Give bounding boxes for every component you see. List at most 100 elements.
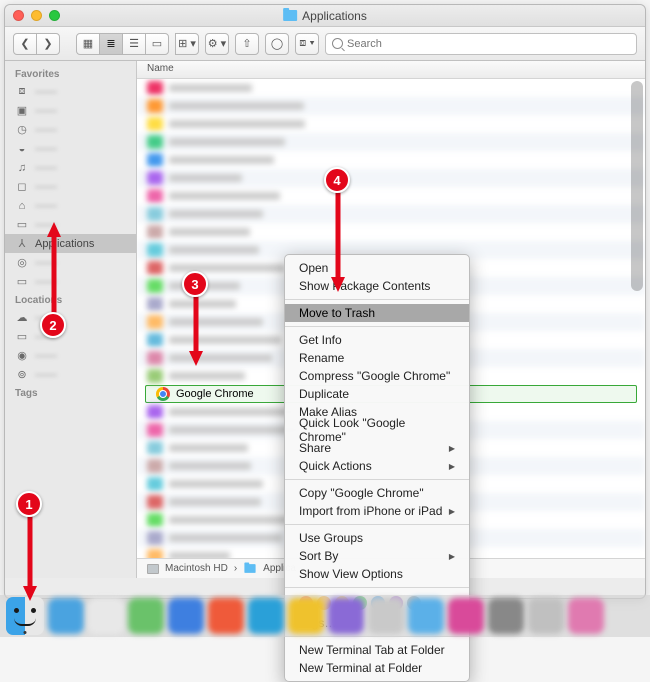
dock-item[interactable] (128, 598, 164, 634)
close-icon[interactable] (13, 10, 24, 21)
ctx-new-terminal[interactable]: New Terminal at Folder (285, 659, 469, 677)
sidebar-item[interactable]: ♫—— (5, 158, 136, 177)
list-item[interactable] (137, 115, 645, 133)
scrollbar[interactable] (631, 81, 643, 291)
annotation-arrow-2 (44, 222, 64, 314)
dock-item[interactable] (328, 598, 364, 634)
dropbox-button[interactable]: ⧈ ▾ (295, 33, 319, 55)
dock-item[interactable] (288, 598, 324, 634)
dock-item[interactable] (528, 598, 564, 634)
sidebar-item[interactable]: ⊚—— (5, 365, 136, 384)
ctx-copy[interactable]: Copy "Google Chrome" (285, 484, 469, 502)
icon-view-button[interactable]: ▦ (76, 33, 100, 55)
search-input[interactable] (347, 38, 630, 50)
list-item[interactable] (137, 79, 645, 97)
dock-item[interactable] (208, 598, 244, 634)
clock-icon: ◷ (15, 123, 29, 137)
sidebar-heading-locations: Locations (5, 291, 136, 308)
sidebar-item[interactable]: ◷—— (5, 120, 136, 139)
ctx-sort-by[interactable]: Sort By (285, 547, 469, 565)
dock-item[interactable] (568, 598, 604, 634)
toolbar: ❮ ❯ ▦ ≣ ☰ ▭ ⊞ ▾ ⚙ ▾ ⇧ ◯ ⧈ ▾ (5, 27, 645, 61)
ctx-separator (285, 587, 469, 588)
annotation-badge-2: 2 (40, 312, 66, 338)
sidebar-item[interactable]: ◒—— (5, 139, 136, 158)
dock-item[interactable] (48, 598, 84, 634)
arrange-button[interactable]: ⊞ ▾ (175, 33, 199, 55)
dock-item[interactable] (448, 598, 484, 634)
finder-icon (6, 597, 44, 635)
ctx-separator (285, 524, 469, 525)
list-item[interactable] (137, 205, 645, 223)
docs-icon: ▣ (15, 104, 29, 118)
home-icon: ⌂ (15, 199, 29, 213)
dock-item[interactable] (88, 598, 124, 634)
ctx-import[interactable]: Import from iPhone or iPad (285, 502, 469, 520)
sidebar-item[interactable]: ▭—— (5, 327, 136, 346)
selected-item-label: Google Chrome (176, 388, 254, 400)
airdrop-icon: ◎ (15, 256, 29, 270)
sidebar-item-applications[interactable]: ⅄Applications (5, 234, 136, 253)
arrange-buttons: ⊞ ▾ (175, 33, 199, 55)
dock (0, 595, 650, 637)
remote-icon: ◉ (15, 349, 29, 363)
sidebar-item[interactable]: ◎—— (5, 253, 136, 272)
sidebar-heading-favorites: Favorites (5, 65, 136, 82)
ctx-separator (285, 299, 469, 300)
dock-item[interactable] (248, 598, 284, 634)
sidebar-item[interactable]: ⧈—— (5, 82, 136, 101)
dock-item[interactable] (368, 598, 404, 634)
search-field[interactable] (325, 33, 637, 55)
forward-button[interactable]: ❯ (36, 33, 60, 55)
ctx-quick-look[interactable]: Quick Look "Google Chrome" (285, 421, 469, 439)
ctx-use-groups[interactable]: Use Groups (285, 529, 469, 547)
list-item[interactable] (137, 187, 645, 205)
chrome-icon (156, 387, 170, 401)
list-item[interactable] (137, 133, 645, 151)
dock-item[interactable] (168, 598, 204, 634)
ctx-view-options[interactable]: Show View Options (285, 565, 469, 583)
ctx-new-terminal-tab[interactable]: New Terminal Tab at Folder (285, 641, 469, 659)
tag-button[interactable]: ◯ (265, 33, 289, 55)
list-item[interactable] (137, 223, 645, 241)
back-button[interactable]: ❮ (13, 33, 37, 55)
sidebar-item[interactable]: ☁—— (5, 308, 136, 327)
list-item[interactable] (137, 151, 645, 169)
dock-item[interactable] (488, 598, 524, 634)
list-view-button[interactable]: ≣ (99, 33, 123, 55)
ctx-show-contents[interactable]: Show Package Contents (285, 277, 469, 295)
traffic-lights (13, 10, 60, 21)
minimize-icon[interactable] (31, 10, 42, 21)
sidebar-item[interactable]: ◻—— (5, 177, 136, 196)
ctx-get-info[interactable]: Get Info (285, 331, 469, 349)
list-item[interactable] (137, 169, 645, 187)
list-item[interactable] (137, 97, 645, 115)
maximize-icon[interactable] (49, 10, 60, 21)
dock-item[interactable] (408, 598, 444, 634)
sidebar-item[interactable]: ▣—— (5, 101, 136, 120)
titlebar[interactable]: Applications (5, 5, 645, 27)
sidebar-item[interactable]: ◉—— (5, 346, 136, 365)
ctx-compress[interactable]: Compress "Google Chrome" (285, 367, 469, 385)
ctx-quick-actions[interactable]: Quick Actions (285, 457, 469, 475)
dock-item-finder[interactable] (6, 597, 44, 635)
action-button[interactable]: ⚙ ▾ (205, 33, 229, 55)
sidebar-item[interactable]: ⌂—— (5, 196, 136, 215)
ctx-duplicate[interactable]: Duplicate (285, 385, 469, 403)
running-indicator (24, 631, 27, 634)
sidebar-item[interactable]: ▭—— (5, 272, 136, 291)
sidebar-item[interactable]: ▭—— (5, 215, 136, 234)
network-icon: ⊚ (15, 368, 29, 382)
movies-icon: ▭ (15, 218, 29, 232)
share-button[interactable]: ⇧ (235, 33, 259, 55)
column-view-button[interactable]: ☰ (122, 33, 146, 55)
view-mode-buttons: ▦ ≣ ☰ ▭ (76, 33, 169, 55)
ctx-rename[interactable]: Rename (285, 349, 469, 367)
ctx-move-to-trash[interactable]: Move to Trash (285, 304, 469, 322)
drive-icon: ▭ (15, 330, 29, 344)
path-disk: Macintosh HD (165, 563, 228, 574)
gallery-view-button[interactable]: ▭ (145, 33, 169, 55)
nav-buttons: ❮ ❯ (13, 33, 60, 55)
ctx-open[interactable]: Open (285, 259, 469, 277)
column-header-name[interactable]: Name (137, 61, 645, 79)
